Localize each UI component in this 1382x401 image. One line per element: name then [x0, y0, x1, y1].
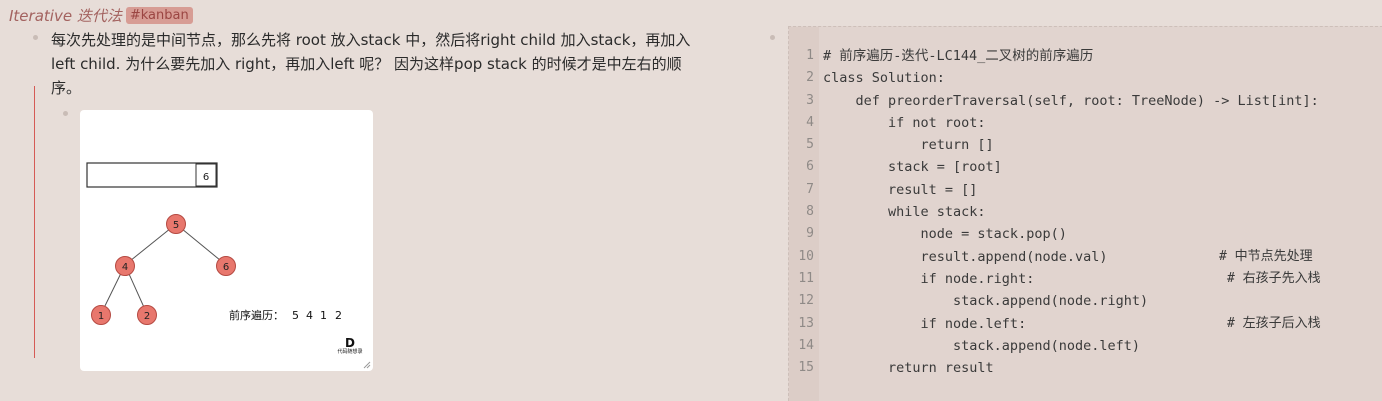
line-number: 5 [806, 137, 814, 153]
code-text: result.append(node.val) [823, 248, 1108, 265]
traversal-value: 4 [306, 309, 313, 322]
code-text: def preorderTraversal(self, root: TreeNo… [823, 92, 1319, 109]
svg-text:6: 6 [223, 262, 229, 273]
traversal-caption: 前序遍历： [229, 308, 284, 322]
code-text: return [] [823, 137, 994, 154]
code-line: 10 result.append(node.val) # 中节点先处理 [789, 246, 1382, 268]
svg-text:5: 5 [173, 220, 179, 231]
line-number: 8 [806, 204, 814, 220]
logo-mark: D [345, 336, 355, 350]
tree-node: 1 [91, 305, 111, 325]
svg-text:4: 4 [122, 262, 128, 273]
code-line: 11 if node.right: # 右孩子先入栈 [789, 268, 1382, 290]
traversal-value: 2 [335, 309, 342, 322]
paragraph-line: left child. 为什么要先加入 right，再加入left 呢？ 因为这… [51, 55, 682, 73]
code-text: if not root: [823, 114, 986, 131]
line-number: 6 [806, 159, 814, 175]
preorder-animation-image[interactable]: 6 5 4 6 1 2 前序遍历： 5 4 1 2 D 代码随想录 [80, 110, 373, 371]
bullet-dot[interactable] [770, 35, 775, 40]
paragraph-line: 每次先处理的是中间节点，那么先将 root 放入stack 中，然后将right… [51, 31, 691, 49]
code-line: 7 result = [] [789, 179, 1382, 201]
code-text: stack.append(node.right) [823, 293, 1149, 310]
line-number: 11 [798, 270, 814, 286]
line-number: 4 [806, 114, 814, 130]
code-line: 3 def preorderTraversal(self, root: Tree… [789, 90, 1382, 112]
code-text: class Solution: [823, 70, 945, 87]
code-text: stack.append(node.left) [823, 337, 1140, 354]
code-lines: 1 # 前序遍历-迭代-LC144_二叉树的前序遍历 2 class Solution… [789, 45, 1382, 379]
line-number: 13 [798, 315, 814, 331]
line-number: 9 [806, 226, 814, 242]
code-text: stack = [root] [823, 159, 1002, 176]
code-line: 2 class Solution: [789, 67, 1382, 89]
code-line: 13 if node.left: # 左孩子后入栈 [789, 313, 1382, 335]
kanban-tag[interactable]: #kanban [125, 6, 193, 24]
tree-node: 5 [166, 214, 186, 234]
code-text: return result [823, 360, 994, 377]
code-line: 5 return [] [789, 134, 1382, 156]
bullet-dot[interactable] [63, 111, 68, 116]
line-number: 14 [798, 337, 814, 353]
explanation-paragraph[interactable]: 每次先处理的是中间节点，那么先将 root 放入stack 中，然后将right… [51, 28, 726, 100]
code-comment: # 中节点先处理 [1219, 248, 1313, 264]
code-line: 9 node = stack.pop() [789, 223, 1382, 245]
code-text: node = stack.pop() [823, 226, 1067, 243]
traversal-value: 1 [320, 309, 327, 322]
code-text: result = [] [823, 181, 978, 198]
line-number: 15 [798, 360, 814, 376]
tree-node: 2 [137, 305, 157, 325]
line-number: 10 [798, 248, 814, 264]
stack-box-value: 6 [203, 172, 209, 183]
traversal-value: 5 [292, 309, 299, 322]
line-number: 12 [798, 293, 814, 309]
resize-handle-icon[interactable] [363, 361, 371, 369]
tree-diagram: 6 5 4 6 1 2 前序遍历： 5 4 1 2 D 代码随想录 [86, 162, 363, 355]
code-text: if node.right: [823, 270, 1035, 287]
heading-title: Iterative 迭代法 [9, 6, 122, 25]
line-number: 3 [806, 92, 814, 108]
code-comment: # 左孩子后入栈 [1227, 315, 1321, 331]
bullet-dot[interactable] [33, 35, 38, 40]
logo-text: 代码随想录 [337, 348, 362, 355]
code-block[interactable]: 1 # 前序遍历-迭代-LC144_二叉树的前序遍历 2 class Solution… [788, 26, 1382, 401]
svg-text:2: 2 [144, 311, 150, 322]
code-line: 4 if not root: [789, 112, 1382, 134]
code-line: 15 return result [789, 357, 1382, 379]
code-line: 6 stack = [root] [789, 156, 1382, 178]
line-number: 1 [806, 48, 814, 63]
code-line: 1 # 前序遍历-迭代-LC144_二叉树的前序遍历 [789, 45, 1382, 67]
svg-text:1: 1 [98, 311, 104, 322]
paragraph-line: 序。 [51, 79, 82, 97]
code-text: if node.left: [823, 315, 1027, 332]
code-line: 8 while stack: [789, 201, 1382, 223]
code-comment: # 右孩子先入栈 [1227, 270, 1321, 286]
line-number: 7 [806, 181, 814, 197]
thread-line [34, 86, 35, 358]
code-text: # 前序遍历-迭代-LC144_二叉树的前序遍历 [823, 48, 1094, 64]
tree-node: 4 [115, 256, 135, 276]
line-number: 2 [806, 70, 814, 86]
code-line: 12 stack.append(node.right) [789, 290, 1382, 312]
code-text: while stack: [823, 204, 986, 221]
block-heading: Iterative 迭代法 #kanban [9, 4, 193, 26]
tree-node: 6 [216, 256, 236, 276]
code-line: 14 stack.append(node.left) [789, 335, 1382, 357]
